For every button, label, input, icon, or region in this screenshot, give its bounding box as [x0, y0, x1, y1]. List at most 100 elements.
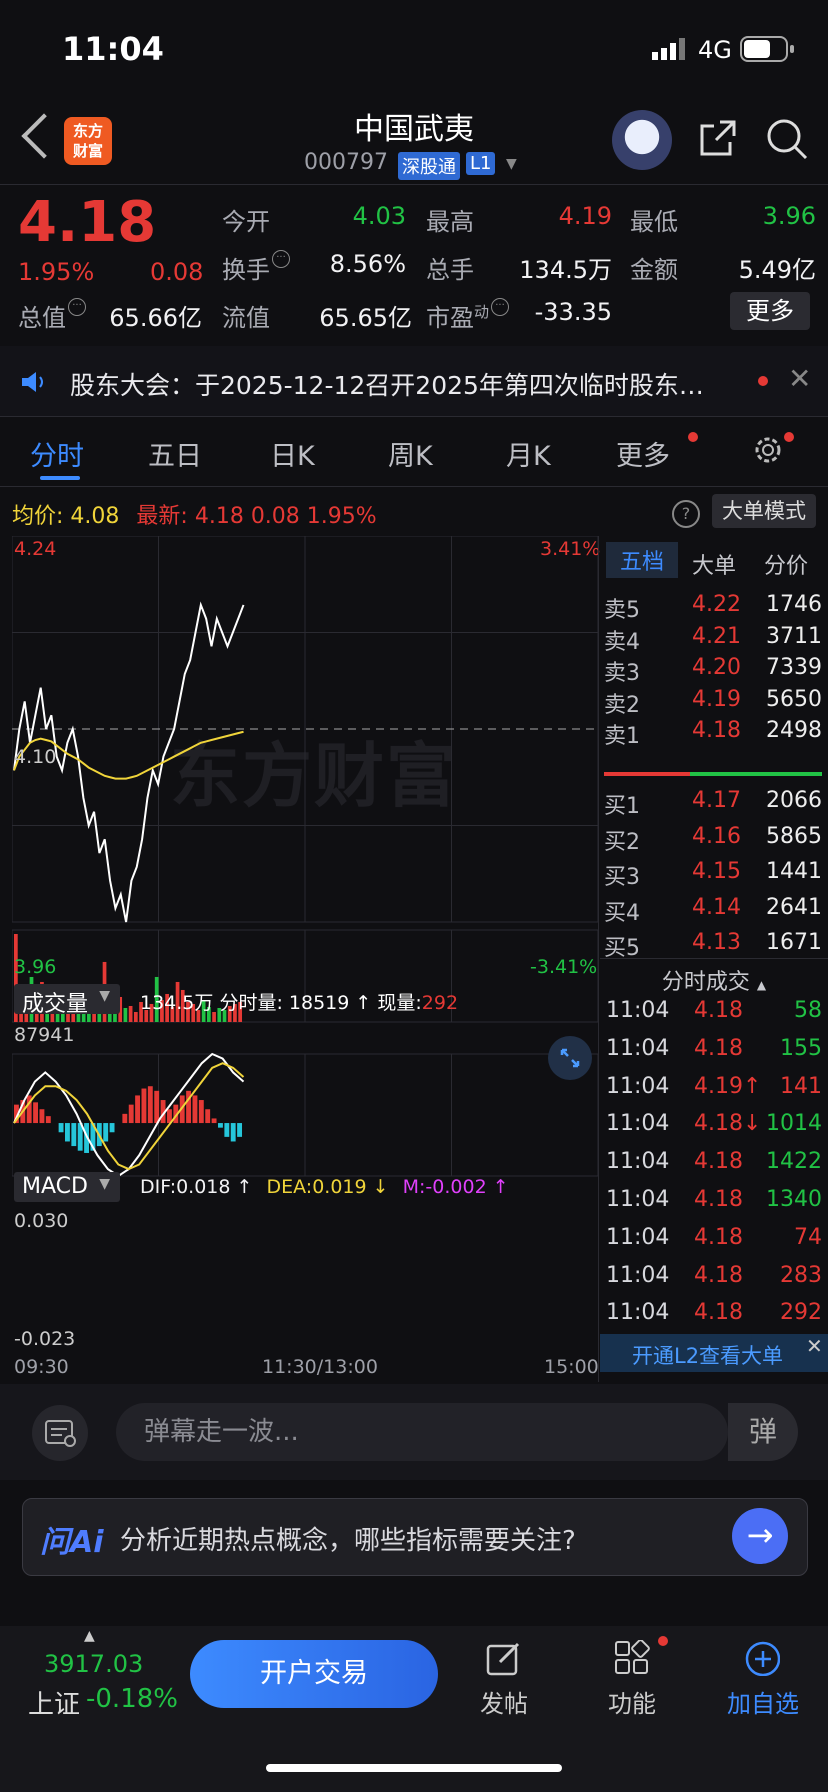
macd-histogram-bar — [147, 1086, 153, 1124]
macd-histogram-bar — [224, 1123, 230, 1137]
latest-label: 最新: — [136, 504, 188, 529]
caret-down-icon: ▼ — [99, 1176, 110, 1192]
unread-dot — [758, 376, 768, 386]
quote-value-turnover: 8.56% — [329, 250, 406, 278]
chevron-down-icon[interactable]: ▼ — [506, 156, 517, 172]
bid-volume: 5865 — [766, 823, 822, 849]
macd-histogram-bar — [71, 1123, 77, 1147]
bid-label: 买2 — [604, 829, 640, 855]
back-icon[interactable] — [21, 113, 67, 159]
index-label[interactable]: 上证 — [28, 1684, 80, 1721]
big-order-mode-button[interactable]: 大单模式 — [712, 494, 816, 528]
quote-label-pe[interactable]: 市盈动 ··· — [426, 298, 510, 333]
macd-histogram-bar — [39, 1109, 45, 1124]
tick-volume: 283 — [780, 1262, 822, 1288]
more-button[interactable]: 更多 — [730, 292, 810, 330]
network-type: 4G — [698, 36, 732, 64]
latest-value: 4.18 — [194, 504, 244, 529]
volume-bar — [133, 1011, 138, 1022]
bid-label: 买1 — [604, 794, 640, 819]
tab-price-volume[interactable]: 分价 — [764, 548, 808, 580]
volume-info: 134.5万 分时量: 18519 ↑ 现量:292 — [140, 988, 458, 1015]
nav-post[interactable]: 发帖 — [459, 1684, 549, 1719]
add-circle-icon[interactable] — [744, 1640, 780, 1676]
volume-bar — [123, 1007, 128, 1022]
caret-up-icon[interactable]: ▲ — [84, 1628, 95, 1644]
ask-volume: 5650 — [766, 686, 822, 712]
info-more-icon[interactable]: ··· — [491, 298, 510, 316]
volume-dropdown[interactable]: 成交量 ▼ — [14, 984, 120, 1017]
share-icon[interactable] — [698, 118, 736, 156]
intraday-chart[interactable] — [12, 536, 598, 1380]
tick-time: 11:04 — [606, 1073, 670, 1099]
tick-volume: 74 — [794, 1224, 822, 1250]
assistant-avatar[interactable] — [612, 110, 672, 170]
speaker-icon — [20, 368, 48, 396]
price-axis-mid: 4.10 — [14, 746, 57, 768]
quote-label-turnover[interactable]: 换手 ··· — [222, 250, 290, 285]
quote-label-volume: 总手 — [426, 256, 474, 284]
tab-intraday[interactable]: 分时 — [30, 434, 84, 473]
battery-icon — [740, 36, 796, 62]
nav-functions[interactable]: 功能 — [587, 1684, 677, 1719]
notice-text[interactable]: 股东大会：于2025-12-12召开2025年第四次临时股东… — [70, 366, 740, 402]
tab-week-k[interactable]: 周K — [388, 434, 433, 473]
close-icon[interactable]: ✕ — [788, 362, 811, 395]
now-volume-value: 292 — [421, 992, 459, 1014]
tab-big-orders[interactable]: 大单 — [692, 548, 736, 580]
help-icon[interactable]: ? — [672, 500, 700, 528]
ai-prompt[interactable]: 分析近期热点概念，哪些指标需要关注? — [120, 1520, 576, 1557]
ask-row: 卖5 4.22 1746 — [604, 592, 822, 626]
info-more-icon[interactable]: ··· — [272, 250, 290, 268]
unread-dot — [658, 1636, 668, 1646]
tick-row: 11:04 4.18 283 — [606, 1263, 822, 1297]
tab-more[interactable]: 更多 — [616, 434, 670, 473]
tab-five-day[interactable]: 五日 — [148, 434, 202, 473]
edit-icon[interactable] — [486, 1640, 522, 1676]
tick-price: 4.18 — [694, 998, 743, 1023]
ticks-title[interactable]: 分时成交 ▲ — [600, 964, 828, 996]
expand-icon[interactable] — [548, 1036, 592, 1080]
search-icon[interactable] — [766, 118, 808, 160]
l2-banner-text[interactable]: 开通L2查看大单 — [632, 1340, 783, 1370]
tick-volume: 1014 — [766, 1111, 822, 1137]
caret-up-icon: ▲ — [756, 978, 767, 992]
tick-price: 4.19↑ — [694, 1073, 762, 1099]
bid-row: 买4 4.14 2641 — [604, 895, 822, 929]
apps-icon[interactable] — [614, 1640, 650, 1676]
bid-volume: 2641 — [766, 894, 822, 920]
close-icon[interactable]: ✕ — [806, 1334, 823, 1358]
nav-add-watchlist[interactable]: 加自选 — [718, 1684, 808, 1719]
ask-label: 卖2 — [604, 692, 640, 718]
quote-label-mktcap[interactable]: 总值 ··· — [18, 298, 86, 333]
tab-day-k[interactable]: 日K — [270, 434, 315, 473]
danmu-send-button[interactable]: 弹 — [728, 1403, 798, 1461]
ask-volume: 3711 — [766, 623, 822, 649]
tab-month-k[interactable]: 月K — [506, 434, 551, 473]
macd-histogram-bar — [198, 1100, 204, 1124]
gear-icon[interactable] — [752, 434, 784, 466]
danmu-input[interactable]: 弹幕走一波... — [116, 1403, 728, 1461]
tick-row: 11:04 4.18↓ 1014 — [606, 1111, 822, 1145]
quote-value-float: 65.65亿 — [319, 304, 412, 332]
index-value[interactable]: 3917.03 — [44, 1650, 143, 1678]
macd-histogram-bar — [109, 1123, 115, 1133]
danmu-toggle-icon[interactable] — [32, 1405, 88, 1461]
ask-volume: 1746 — [766, 592, 822, 617]
tick-volume: 58 — [794, 998, 822, 1023]
ask-price: 4.22 — [692, 592, 741, 617]
info-more-icon[interactable]: ··· — [68, 298, 86, 316]
quote-label-high: 最高 — [426, 208, 474, 236]
tick-row: 11:04 4.18 155 — [606, 1036, 822, 1070]
tick-time: 11:04 — [606, 1111, 670, 1137]
macd-histogram-bar — [237, 1123, 243, 1137]
open-account-trade-button[interactable]: 开户交易 — [190, 1640, 438, 1708]
ticks-title-label: 分时成交 — [661, 970, 750, 995]
tab-order-book[interactable]: 五档 — [606, 542, 679, 578]
indicator-dropdown[interactable]: MACD ▼ — [14, 1172, 120, 1202]
time-label-noon: 11:30/13:00 — [262, 1356, 378, 1378]
index-change[interactable]: -0.18% — [86, 1684, 178, 1714]
quote-value-low: 3.96 — [762, 202, 816, 230]
arrow-right-icon[interactable]: → — [732, 1508, 788, 1564]
unread-dot — [784, 432, 794, 442]
